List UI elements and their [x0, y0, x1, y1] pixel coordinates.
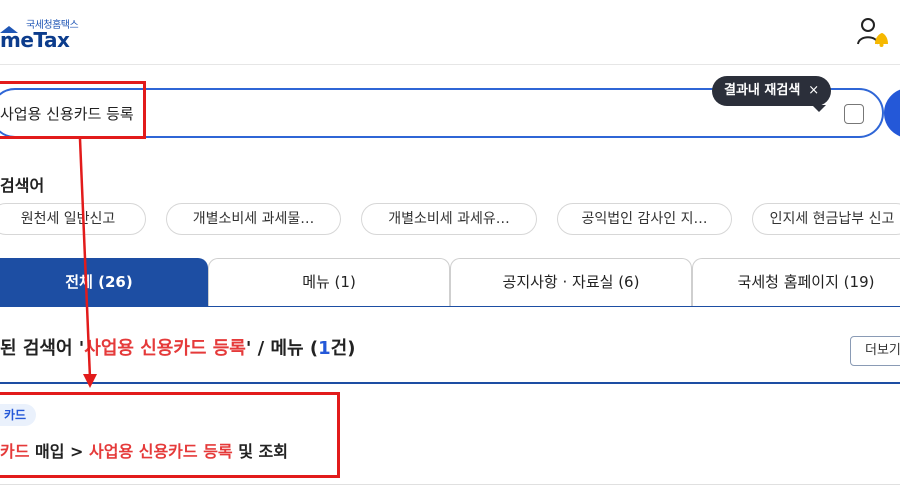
- annotation-box-search: [0, 81, 146, 139]
- section-divider: [0, 382, 900, 384]
- hometax-logo[interactable]: 국세청홈택스 meTax: [0, 14, 120, 54]
- tab-notices[interactable]: 공지사항 · 자료실 (6): [450, 258, 692, 306]
- tooltip-tail: [812, 105, 826, 112]
- keyword-chip[interactable]: 원천세 일반신고: [0, 203, 146, 235]
- keyword-chip[interactable]: 개별소비세 과세물…: [166, 203, 341, 235]
- tab-menu[interactable]: 메뉴 (1): [208, 258, 450, 306]
- tab-baseline: [0, 306, 900, 307]
- header-divider: [0, 64, 900, 65]
- recommended-keywords-title: 검색어: [0, 176, 45, 195]
- tab-all[interactable]: 전체 (26): [0, 258, 208, 306]
- refine-search-tooltip: 결과내 재검색 ×: [712, 76, 832, 106]
- keyword-chip[interactable]: 인지세 현금납부 신고: [752, 203, 900, 235]
- more-button[interactable]: 더보기: [850, 336, 900, 366]
- logo-title: meTax: [0, 28, 70, 52]
- keyword-chip[interactable]: 공익법인 감사인 지…: [557, 203, 732, 235]
- user-bell-icon[interactable]: [855, 14, 891, 48]
- tab-nts-homepage[interactable]: 국세청 홈페이지 (19): [692, 258, 900, 306]
- result-keyword: 사업용 신용카드 등록: [84, 338, 246, 359]
- result-heading-prefix: 된 검색어 ': [0, 338, 85, 359]
- close-icon[interactable]: ×: [808, 83, 819, 98]
- search-button[interactable]: [884, 88, 900, 138]
- result-heading-suffix2: 건): [330, 338, 356, 359]
- result-heading-suffix: ' / 메뉴 (: [245, 338, 319, 359]
- keyword-chip[interactable]: 개별소비세 과세유…: [361, 203, 537, 235]
- result-count: 1: [318, 338, 331, 359]
- result-heading: 된 검색어 '사업용 신용카드 등록' / 메뉴 (1건): [0, 334, 355, 360]
- refine-search-tooltip-label: 결과내 재검색: [724, 83, 801, 98]
- refine-search-checkbox[interactable]: [844, 104, 864, 124]
- annotation-box-result: [0, 392, 340, 478]
- result-divider: [0, 484, 900, 485]
